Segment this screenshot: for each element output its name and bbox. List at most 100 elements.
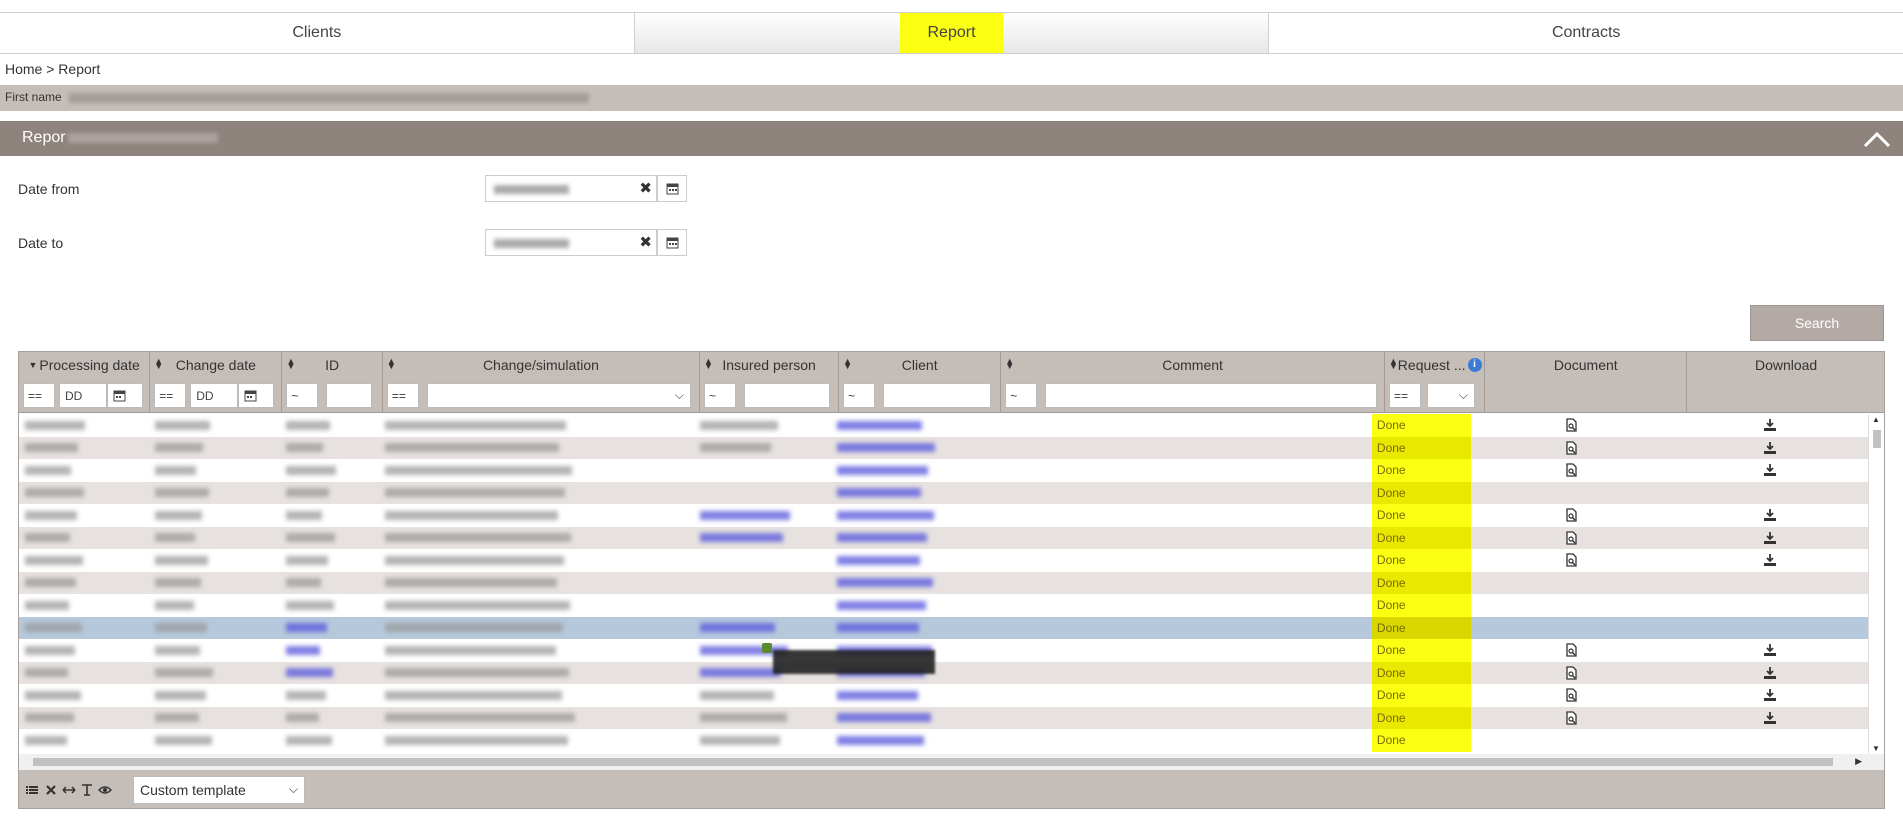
- document-icon[interactable]: [1564, 508, 1578, 522]
- download-icon[interactable]: [1763, 643, 1777, 657]
- table-row[interactable]: Done: [19, 549, 1868, 572]
- template-select[interactable]: Custom template ⌵: [133, 776, 305, 804]
- download-cell: [1671, 504, 1868, 527]
- col-comment[interactable]: ▲ ▼ Comment: [1001, 352, 1385, 377]
- download-icon[interactable]: [1763, 463, 1777, 477]
- clear-date-to-icon[interactable]: ✖: [639, 233, 652, 251]
- document-icon[interactable]: [1564, 643, 1578, 657]
- tab-report[interactable]: Report: [634, 13, 1270, 53]
- table-row[interactable]: Done: [19, 594, 1868, 617]
- col-id[interactable]: ▲ ▼ ID: [282, 352, 383, 377]
- operator-select[interactable]: ==: [386, 383, 419, 408]
- redacted-value: [155, 533, 195, 543]
- operator-select[interactable]: ~: [1005, 383, 1038, 408]
- redacted-value: [699, 443, 771, 453]
- table-row[interactable]: Done: [19, 661, 1868, 684]
- scroll-down-icon[interactable]: ▼: [1872, 744, 1880, 753]
- table-cell: [149, 482, 280, 505]
- id-filter-input[interactable]: [326, 383, 373, 408]
- col-insured-person[interactable]: ▲ ▼ Insured person: [700, 352, 840, 377]
- download-icon[interactable]: [1763, 688, 1777, 702]
- search-button[interactable]: Search: [1750, 305, 1884, 341]
- document-cell: [1471, 504, 1671, 527]
- operator-select[interactable]: ~: [843, 383, 876, 408]
- resize-columns-icon[interactable]: [62, 783, 76, 797]
- document-icon[interactable]: [1564, 441, 1578, 455]
- col-client[interactable]: ▲ ▼ Client: [839, 352, 1002, 377]
- download-icon[interactable]: [1763, 553, 1777, 567]
- scroll-up-icon[interactable]: ▲: [1872, 415, 1880, 424]
- table-row[interactable]: Done: [19, 729, 1868, 752]
- chevron-down-icon: ⌵: [1458, 388, 1468, 402]
- date-to-input[interactable]: ✖: [485, 229, 657, 256]
- col-change-date[interactable]: ▲ ▼ Change date: [150, 352, 283, 377]
- table-row[interactable]: Done: [19, 639, 1868, 662]
- table-row[interactable]: Done: [19, 481, 1868, 505]
- change-simulation-filter-select[interactable]: ⌵: [426, 383, 691, 408]
- clear-filters-icon[interactable]: [44, 783, 58, 797]
- request-filter-select[interactable]: ⌵: [1426, 383, 1475, 408]
- redacted-value: [837, 533, 928, 543]
- document-icon[interactable]: [1564, 531, 1578, 545]
- redacted-value: [25, 690, 81, 700]
- table-cell: [149, 504, 280, 527]
- vertical-scroll-thumb[interactable]: [1873, 430, 1881, 448]
- date-from-input[interactable]: ✖: [485, 175, 657, 202]
- table-row[interactable]: Done: [19, 504, 1868, 527]
- table-row[interactable]: Done: [19, 684, 1868, 707]
- insured-person-filter-input[interactable]: [743, 383, 830, 408]
- redacted-value: [155, 510, 202, 520]
- change-date-filter-input[interactable]: DD: [190, 383, 239, 408]
- download-icon[interactable]: [1763, 508, 1777, 522]
- grid-header-row: ▼ Processing date ▲ ▼ Change date ▲ ▼ ID ▲ ▼ Ch…: [19, 352, 1884, 377]
- operator-select[interactable]: ==: [23, 383, 55, 408]
- download-icon[interactable]: [1763, 441, 1777, 455]
- table-cell: [19, 729, 149, 752]
- date-from-calendar-button[interactable]: [657, 175, 687, 202]
- table-row[interactable]: Done: [19, 616, 1868, 639]
- table-cell: [831, 707, 992, 730]
- col-processing-date[interactable]: ▼ Processing date: [19, 352, 151, 377]
- processing-date-calendar-button[interactable]: [107, 383, 143, 408]
- table-row[interactable]: Done: [19, 526, 1868, 549]
- date-to-calendar-button[interactable]: [657, 229, 687, 256]
- document-icon[interactable]: [1564, 418, 1578, 432]
- document-icon[interactable]: [1564, 463, 1578, 477]
- download-icon[interactable]: [1763, 666, 1777, 680]
- eye-icon[interactable]: [98, 783, 112, 797]
- col-change-simulation[interactable]: ▲ ▼ Change/simulation: [383, 352, 700, 377]
- horizontal-scrollbar[interactable]: ▶: [19, 754, 1884, 770]
- table-row[interactable]: Done: [19, 414, 1868, 437]
- comment-filter-input[interactable]: [1045, 383, 1378, 408]
- operator-select[interactable]: ==: [154, 383, 187, 408]
- horizontal-scroll-thumb[interactable]: [33, 758, 1833, 766]
- scroll-right-icon[interactable]: ▶: [1855, 756, 1862, 767]
- processing-date-filter-input[interactable]: DD: [59, 383, 107, 408]
- change-date-calendar-button[interactable]: [238, 383, 275, 408]
- table-row[interactable]: Done: [19, 459, 1868, 482]
- document-icon[interactable]: [1564, 688, 1578, 702]
- document-icon[interactable]: [1564, 553, 1578, 567]
- info-icon[interactable]: i: [1467, 357, 1482, 372]
- table-cell: [992, 572, 1372, 595]
- document-icon[interactable]: [1564, 666, 1578, 680]
- client-filter-input[interactable]: [883, 383, 992, 408]
- list-icon[interactable]: [25, 783, 39, 797]
- clear-date-from-icon[interactable]: ✖: [639, 179, 652, 197]
- table-row[interactable]: Done: [19, 706, 1868, 730]
- download-icon[interactable]: [1763, 531, 1777, 545]
- chevron-up-icon[interactable]: [1863, 130, 1891, 148]
- operator-select[interactable]: ~: [286, 383, 319, 408]
- operator-select[interactable]: ~: [703, 383, 736, 408]
- text-height-icon[interactable]: [80, 783, 94, 797]
- download-icon[interactable]: [1763, 711, 1777, 725]
- document-icon[interactable]: [1564, 711, 1578, 725]
- tab-clients[interactable]: Clients: [0, 13, 635, 53]
- tab-contracts[interactable]: Contracts: [1269, 13, 1903, 53]
- col-request[interactable]: ▲ ▼ Request ... i: [1385, 352, 1486, 377]
- download-icon[interactable]: [1763, 418, 1777, 432]
- operator-select[interactable]: ==: [1388, 383, 1421, 408]
- table-row[interactable]: Done: [19, 436, 1868, 459]
- vertical-scrollbar[interactable]: ▲ ▼: [1868, 414, 1884, 754]
- table-row[interactable]: Done: [19, 571, 1868, 595]
